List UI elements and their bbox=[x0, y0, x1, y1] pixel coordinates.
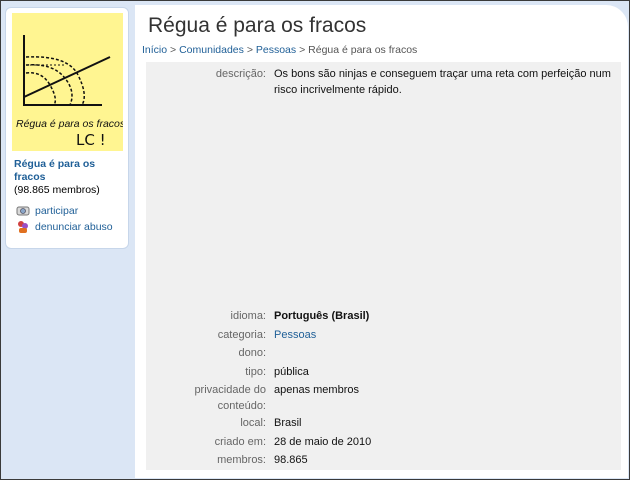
community-details-panel: descrição: Os bons são ninjas e consegue… bbox=[146, 62, 621, 470]
breadcrumb-separator: > bbox=[170, 44, 177, 56]
join-icon bbox=[16, 204, 30, 218]
categoria-label: categoria: bbox=[217, 329, 266, 341]
idioma-value: Português (Brasil) bbox=[274, 310, 370, 322]
breadcrumb-inicio[interactable]: Início bbox=[142, 44, 167, 56]
page-title: Régua é para os fracos bbox=[148, 14, 367, 37]
join-button[interactable]: participar bbox=[16, 204, 78, 218]
tipo-label: tipo: bbox=[245, 366, 266, 378]
community-logo[interactable]: Régua é para os fracos LC ! bbox=[12, 13, 126, 151]
community-sidebar: Régua é para os fracos LC ! Régua é para… bbox=[5, 7, 129, 249]
breadcrumb: Início > Comunidades > Pessoas > Régua é… bbox=[142, 44, 417, 56]
report-abuse-button[interactable]: denunciar abuso bbox=[16, 220, 113, 234]
privacidade-label: privacidade do conteúdo: bbox=[194, 384, 266, 412]
dono-label: dono: bbox=[238, 347, 266, 359]
community-name-link[interactable]: Régua é para os fracos bbox=[14, 158, 124, 184]
breadcrumb-separator: > bbox=[246, 44, 253, 56]
criado-value: 28 de maio de 2010 bbox=[274, 436, 372, 448]
join-label: participar bbox=[35, 205, 79, 217]
categoria-link[interactable]: Pessoas bbox=[274, 327, 614, 343]
idioma-label: idioma: bbox=[230, 310, 266, 322]
breadcrumb-pessoas[interactable]: Pessoas bbox=[256, 44, 296, 56]
membros-value: 98.865 bbox=[274, 454, 308, 466]
report-abuse-label: denunciar abuso bbox=[35, 221, 113, 233]
breadcrumb-comunidades[interactable]: Comunidades bbox=[179, 44, 244, 56]
member-count: (98.865 membros) bbox=[14, 184, 100, 196]
descricao-value: Os bons são ninjas e conseguem traçar um… bbox=[274, 68, 611, 96]
privacidade-value: apenas membros bbox=[274, 384, 359, 396]
breadcrumb-current: Régua é para os fracos bbox=[308, 44, 418, 56]
logo-caption: Régua é para os fracos bbox=[16, 118, 123, 130]
membros-label: membros: bbox=[217, 454, 266, 466]
tipo-value: pública bbox=[274, 366, 309, 378]
descricao-label: descrição: bbox=[215, 68, 266, 80]
logo-initials: LC ! bbox=[76, 131, 106, 149]
local-value: Brasil bbox=[274, 417, 302, 429]
report-abuse-icon bbox=[16, 220, 30, 234]
community-logo-drawing: Régua é para os fracos LC ! bbox=[16, 35, 126, 149]
breadcrumb-separator: > bbox=[299, 44, 306, 56]
criado-label: criado em: bbox=[214, 436, 266, 448]
local-label: local: bbox=[240, 417, 266, 429]
